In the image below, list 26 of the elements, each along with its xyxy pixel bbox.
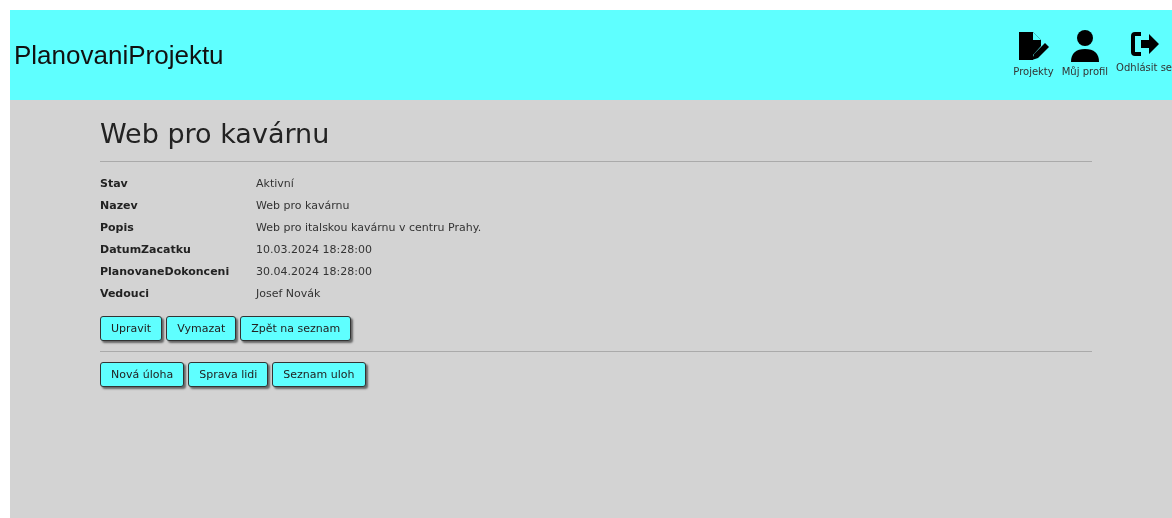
detail-value: Josef Novák [256,286,322,302]
detail-label: DatumZacatku [100,242,192,258]
action-button[interactable]: Nová úloha [100,362,185,387]
page-title: Web pro kavárnu [100,118,331,149]
logout-icon [1129,30,1160,58]
detail-label: Stav [100,176,129,192]
document-pen-icon [1016,30,1051,62]
nav-link[interactable]: Odhlásit se [1116,30,1172,77]
detail-label: Popis [100,220,135,236]
detail-value: Web pro italskou kavárnu v centru Prahy. [256,220,483,236]
detail-value: 30.04.2024 18:28:00 [256,264,373,280]
action-button[interactable]: Seznam uloh [272,362,366,387]
brand-title: PlanovaniProjektu [14,39,224,71]
nav-link[interactable]: Projekty [1013,30,1054,77]
person-icon [1070,30,1099,62]
action-button[interactable]: Zpět na seznam [240,316,352,341]
action-button[interactable]: Vymazat [166,316,237,341]
detail-label: Nazev [100,198,139,214]
detail-label: PlanovaneDokonceni [100,264,231,280]
detail-value: Web pro kavárnu [256,198,351,214]
detail-label: Vedouci [100,286,150,302]
detail-value: 10.03.2024 18:28:00 [256,242,373,258]
detail-value: Aktivní [256,176,295,192]
action-button[interactable]: Upravit [100,316,163,341]
action-button[interactable]: Sprava lidi [188,362,269,387]
nav-link[interactable]: Můj profil [1061,30,1109,77]
